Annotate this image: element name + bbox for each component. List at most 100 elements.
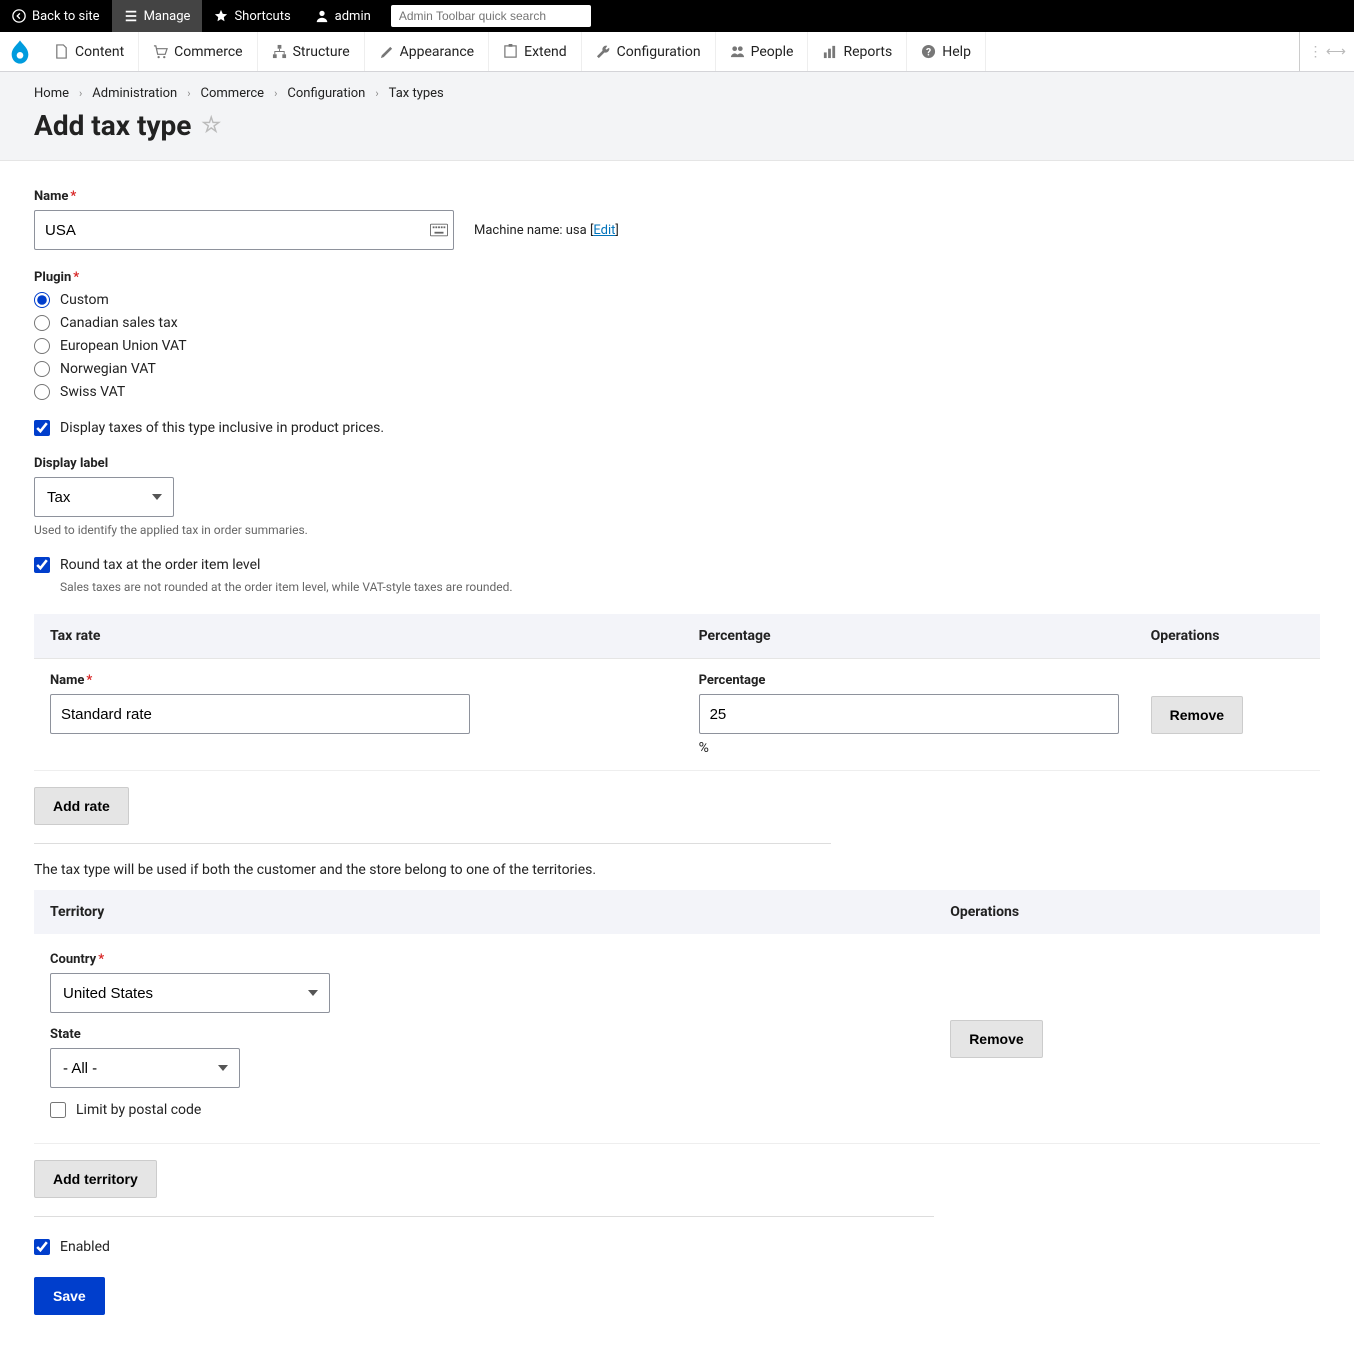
menu-structure-label: Structure xyxy=(293,44,350,60)
field-display-inclusive: Display taxes of this type inclusive in … xyxy=(34,420,1320,436)
crumb-admin[interactable]: Administration xyxy=(92,86,177,101)
admin-toolbar-search[interactable] xyxy=(391,5,591,27)
menu-commerce[interactable]: Commerce xyxy=(139,32,257,71)
enabled-checkbox[interactable] xyxy=(34,1239,50,1255)
crumb-taxtypes[interactable]: Tax types xyxy=(389,86,444,101)
add-rate-button[interactable]: Add rate xyxy=(34,787,129,825)
field-round: Round tax at the order item level Sales … xyxy=(34,557,1320,594)
help-icon: ? xyxy=(921,44,936,59)
th-percentage: Percentage xyxy=(683,614,1135,659)
tax-rate-table: Tax rate Percentage Operations Name* Per… xyxy=(34,614,1320,771)
menu-structure[interactable]: Structure xyxy=(258,32,365,71)
shortcuts-toggle[interactable]: Shortcuts xyxy=(202,0,302,32)
rate-remove-button[interactable]: Remove xyxy=(1151,696,1243,734)
th-taxrate: Tax rate xyxy=(34,614,683,659)
chevron-right-icon: › xyxy=(369,87,384,100)
save-button[interactable]: Save xyxy=(34,1277,105,1315)
th-territory-ops: Operations xyxy=(934,890,1320,934)
drupal-logo[interactable] xyxy=(0,32,40,71)
menu-content[interactable]: Content xyxy=(40,32,139,71)
crumb-config[interactable]: Configuration xyxy=(287,86,365,101)
menu-icon xyxy=(124,9,138,23)
breadcrumb: Home › Administration › Commerce › Confi… xyxy=(34,86,1320,101)
rate-name-label: Name* xyxy=(50,673,667,688)
limit-postal-checkbox[interactable] xyxy=(50,1102,66,1118)
territory-remove-button[interactable]: Remove xyxy=(950,1020,1042,1058)
chevron-right-icon: › xyxy=(73,87,88,100)
page-title-text: Add tax type xyxy=(34,109,191,142)
toolbar-edge[interactable]: ⋮ ⟷ xyxy=(1299,32,1354,71)
page-title: Add tax type ☆ xyxy=(34,109,1320,142)
add-territory-button[interactable]: Add territory xyxy=(34,1160,157,1198)
machine-edit-link[interactable]: Edit xyxy=(593,223,615,238)
territory-table: Territory Operations Country* United Sta… xyxy=(34,890,1320,1144)
sitemap-icon xyxy=(272,44,287,59)
field-display-label: Display label Tax Used to identify the a… xyxy=(34,456,1320,537)
rate-pct-input[interactable] xyxy=(699,694,1119,734)
plugin-swiss-label: Swiss VAT xyxy=(60,384,125,400)
plugin-swiss-radio[interactable] xyxy=(34,384,50,400)
menu-help-label: Help xyxy=(942,44,971,60)
back-to-site[interactable]: Back to site xyxy=(0,0,112,32)
th-operations: Operations xyxy=(1135,614,1320,659)
wrench-icon xyxy=(596,44,611,59)
display-inclusive-checkbox[interactable] xyxy=(34,420,50,436)
plugin-eu-radio[interactable] xyxy=(34,338,50,354)
star-outline-icon[interactable]: ☆ xyxy=(201,113,221,138)
back-label: Back to site xyxy=(32,9,100,24)
user-toggle[interactable]: admin xyxy=(303,0,383,32)
plugin-canadian-radio[interactable] xyxy=(34,315,50,331)
crumb-home[interactable]: Home xyxy=(34,86,69,101)
territory-hint: The tax type will be used if both the cu… xyxy=(34,862,1320,878)
round-checkbox[interactable] xyxy=(34,557,50,573)
menu-configuration[interactable]: Configuration xyxy=(582,32,716,71)
state-label: State xyxy=(50,1027,918,1042)
plugin-norwegian-radio[interactable] xyxy=(34,361,50,377)
rate-name-input[interactable] xyxy=(50,694,470,734)
paint-icon xyxy=(379,44,394,59)
th-territory: Territory xyxy=(34,890,934,934)
round-label: Round tax at the order item level xyxy=(60,557,260,573)
plugin-custom-label: Custom xyxy=(60,292,109,308)
menu-people-label: People xyxy=(751,44,794,60)
field-plugin: Plugin* Custom Canadian sales tax Europe… xyxy=(34,270,1320,400)
country-select[interactable]: United States xyxy=(50,973,330,1013)
region-header: Home › Administration › Commerce › Confi… xyxy=(0,72,1354,161)
name-input[interactable] xyxy=(34,210,454,250)
display-label-help: Used to identify the applied tax in orde… xyxy=(34,523,1320,537)
people-icon xyxy=(730,44,745,59)
menu-reports[interactable]: Reports xyxy=(808,32,907,71)
country-label: Country* xyxy=(50,952,918,967)
plugin-norwegian-label: Norwegian VAT xyxy=(60,361,156,377)
star-filled-icon xyxy=(214,9,228,23)
chart-icon xyxy=(822,44,837,59)
manage-toggle[interactable]: Manage xyxy=(112,0,203,32)
crumb-commerce[interactable]: Commerce xyxy=(201,86,265,101)
plugin-label: Plugin* xyxy=(34,270,1320,285)
plugin-custom-radio[interactable] xyxy=(34,292,50,308)
pct-symbol: % xyxy=(699,740,1119,756)
menu-appearance-label: Appearance xyxy=(400,44,474,60)
state-select[interactable]: - All - xyxy=(50,1048,240,1088)
plugin-eu-label: European Union VAT xyxy=(60,338,187,354)
menu-help[interactable]: ? Help xyxy=(907,32,986,71)
rate-pct-label: Percentage xyxy=(699,673,1119,688)
machine-name: Machine name: usa [Edit] xyxy=(474,223,619,238)
menu-configuration-label: Configuration xyxy=(617,44,701,60)
menu-people[interactable]: People xyxy=(716,32,809,71)
display-label-label: Display label xyxy=(34,456,1320,471)
display-label-select[interactable]: Tax xyxy=(34,477,174,517)
shortcuts-label: Shortcuts xyxy=(234,9,290,24)
menu-extend[interactable]: Extend xyxy=(489,32,582,71)
manage-label: Manage xyxy=(144,9,191,24)
plugin-canadian-label: Canadian sales tax xyxy=(60,315,178,331)
limit-postal-label: Limit by postal code xyxy=(76,1102,201,1118)
tax-rate-row: Name* Percentage % Remove xyxy=(34,659,1320,771)
enabled-label: Enabled xyxy=(60,1239,110,1255)
menu-appearance[interactable]: Appearance xyxy=(365,32,489,71)
main-form: Name* Machine name: usa [Edit] Plugin* C… xyxy=(0,161,1354,1355)
territory-row: Country* United States State - All - Li xyxy=(34,934,1320,1144)
drupal-icon xyxy=(10,40,30,64)
back-icon xyxy=(12,9,26,23)
name-label: Name* xyxy=(34,189,1320,204)
